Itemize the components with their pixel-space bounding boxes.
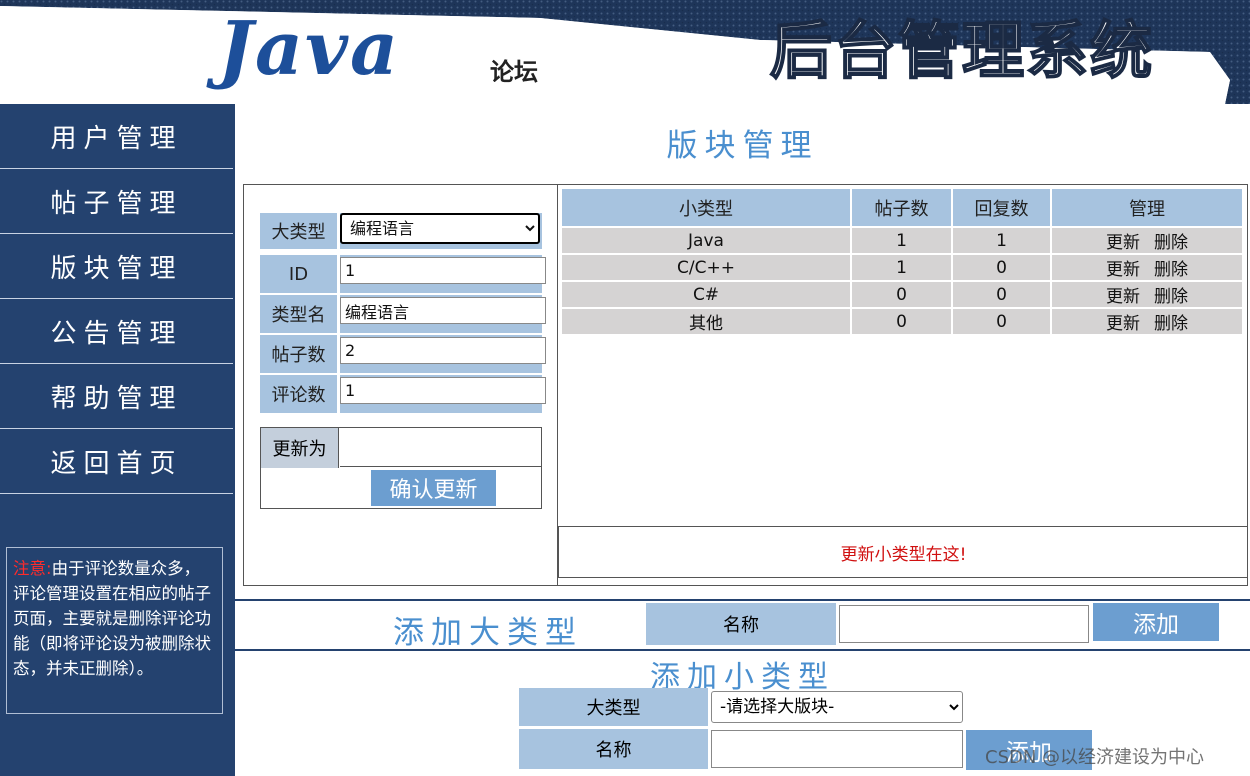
cell-subtype: 其他: [562, 309, 850, 334]
cell-manage: 更新 删除: [1052, 282, 1242, 307]
comment-count-box: [340, 375, 546, 413]
id-label: ID: [260, 255, 337, 293]
post-count-box: [340, 335, 546, 373]
sidebar-item-sections[interactable]: 版块管理: [0, 234, 233, 299]
column-header-subtype: 小类型: [562, 189, 850, 226]
page-title: 版块管理: [666, 128, 819, 164]
type-name-input[interactable]: [340, 297, 546, 324]
id-input[interactable]: [340, 257, 546, 284]
sidebar: 用户管理 帖子管理 版块管理 公告管理 帮助管理 返回首页 注意:由于评论数量众…: [0, 104, 233, 776]
comment-count-input[interactable]: [340, 377, 546, 404]
cell-subtype: C/C++: [562, 255, 850, 280]
cell-manage: 更新 删除: [1052, 309, 1242, 334]
sidebar-item-home[interactable]: 返回首页: [0, 429, 233, 494]
panel-divider: [557, 185, 558, 585]
update-box: 更新为 确认更新: [260, 427, 542, 509]
update-link[interactable]: 更新: [1106, 314, 1140, 334]
post-count-label: 帖子数: [260, 335, 337, 373]
table-row: Java 1 1 更新 删除: [562, 228, 1242, 253]
big-name-label: 名称: [646, 603, 836, 645]
update-link[interactable]: 更新: [1106, 233, 1140, 253]
type-name-label: 类型名: [260, 295, 337, 333]
column-header-replies: 回复数: [953, 189, 1050, 226]
table-row: 其他 0 0 更新 删除: [562, 309, 1242, 334]
cell-manage: 更新 删除: [1052, 228, 1242, 253]
table-row: C# 0 0 更新 删除: [562, 282, 1242, 307]
cell-posts: 1: [852, 255, 951, 280]
small-big-type-select[interactable]: -请选择大版块-: [711, 691, 963, 723]
add-big-type-title: 添加大类型: [393, 615, 583, 651]
table-row: C/C++ 1 0 更新 删除: [562, 255, 1242, 280]
header-banner: Java 论坛 后台管理系统: [0, 0, 1250, 104]
cell-replies: 0: [953, 282, 1050, 307]
subtype-table: 小类型 帖子数 回复数 管理 Java 1 1 更新 删除 C/C++ 1 0 更: [560, 187, 1244, 336]
type-name-box: [340, 295, 546, 333]
sidebar-item-users[interactable]: 用户管理: [0, 104, 233, 169]
notice-prefix: 注意:: [13, 559, 52, 578]
cell-replies: 0: [953, 255, 1050, 280]
cell-subtype: C#: [562, 282, 850, 307]
sidebar-item-posts[interactable]: 帖子管理: [0, 169, 233, 234]
sidebar-item-announcements[interactable]: 公告管理: [0, 299, 233, 364]
id-box: [340, 255, 546, 293]
table-header-row: 小类型 帖子数 回复数 管理: [562, 189, 1242, 226]
section-panel: 大类型 编程语言 ID 类型名 帖子数 评论数 更新为 确认更新: [243, 184, 1248, 586]
watermark: CSDN @以经济建设为中心: [985, 747, 1205, 768]
cell-posts: 1: [852, 228, 951, 253]
small-big-type-label: 大类型: [519, 688, 708, 726]
update-input[interactable]: [340, 428, 541, 467]
big-name-input[interactable]: [839, 605, 1089, 643]
sidebar-item-help[interactable]: 帮助管理: [0, 364, 233, 429]
column-header-manage: 管理: [1052, 189, 1242, 226]
cell-replies: 1: [953, 228, 1050, 253]
small-name-input[interactable]: [711, 730, 963, 768]
big-type-select[interactable]: 编程语言: [340, 213, 540, 244]
forum-logo-label: 论坛: [490, 57, 538, 86]
column-header-posts: 帖子数: [852, 189, 951, 226]
confirm-update-button[interactable]: 确认更新: [371, 470, 496, 506]
update-link[interactable]: 更新: [1106, 287, 1140, 307]
post-count-input[interactable]: [340, 337, 546, 364]
add-big-type-row: 添加大类型 名称 添加: [235, 599, 1250, 651]
cell-posts: 0: [852, 309, 951, 334]
banner-title: 后台管理系统: [769, 13, 1155, 88]
update-link[interactable]: 更新: [1106, 260, 1140, 280]
big-type-label: 大类型: [260, 213, 337, 249]
add-big-type-button[interactable]: 添加: [1093, 603, 1219, 641]
cell-manage: 更新 删除: [1052, 255, 1242, 280]
cell-replies: 0: [953, 309, 1050, 334]
main-content: 版块管理 大类型 编程语言 ID 类型名 帖子数 评论数 更新为 确认更: [233, 104, 1250, 776]
add-small-type-title: 添加小类型: [650, 660, 835, 695]
comment-count-label: 评论数: [260, 375, 337, 413]
cell-posts: 0: [852, 282, 951, 307]
small-name-label: 名称: [519, 729, 708, 769]
update-label: 更新为: [261, 428, 339, 468]
delete-link[interactable]: 删除: [1154, 314, 1188, 334]
big-type-box: 编程语言: [340, 213, 542, 249]
cell-subtype: Java: [562, 228, 850, 253]
java-logo: Java: [218, 6, 400, 92]
delete-link[interactable]: 删除: [1154, 260, 1188, 280]
delete-link[interactable]: 删除: [1154, 233, 1188, 253]
subtype-update-area: 更新小类型在这!: [558, 526, 1248, 578]
notice-box: 注意:由于评论数量众多，评论管理设置在相应的帖子页面，主要就是删除评论功能（即将…: [6, 547, 223, 714]
delete-link[interactable]: 删除: [1154, 287, 1188, 307]
